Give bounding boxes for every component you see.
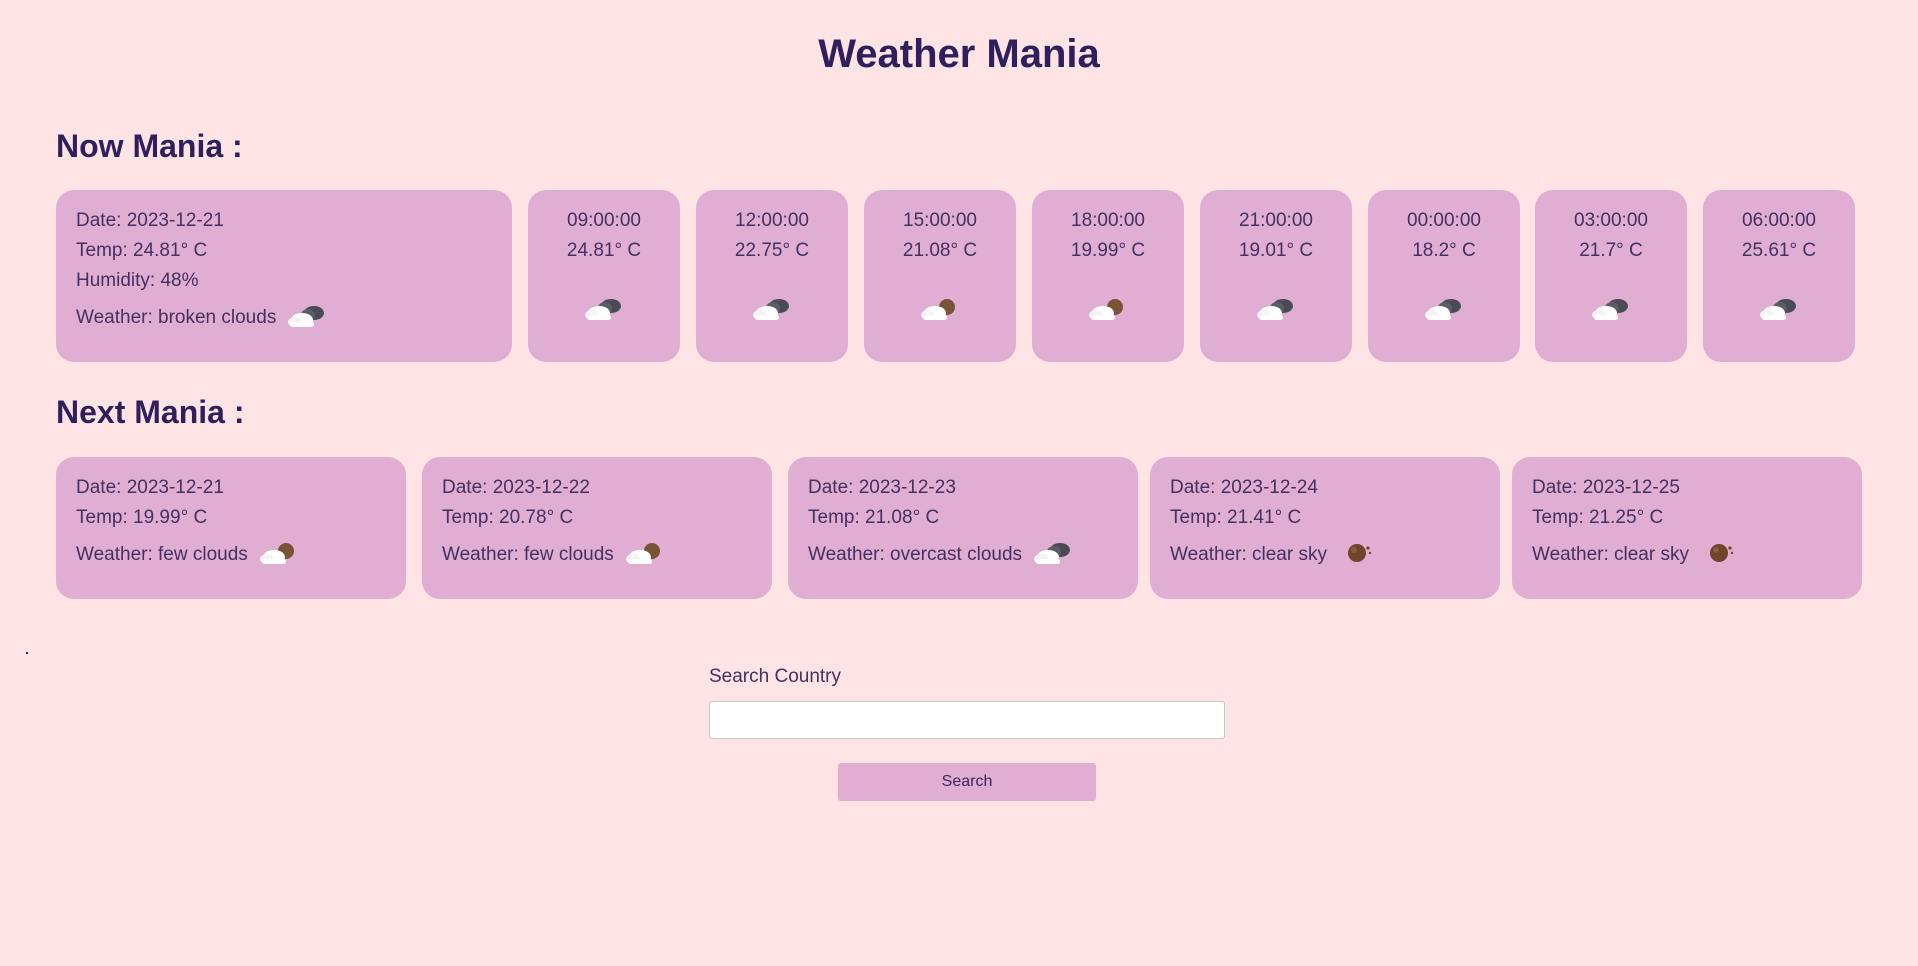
forecast-date: Date: 2023-12-23 — [808, 477, 956, 498]
hourly-time: 18:00:00 — [1071, 210, 1145, 231]
clear-sky-icon — [1699, 538, 1741, 572]
hourly-forecast-card: 12:00:00 22.75° C — [696, 190, 848, 362]
search-country-label: Search Country — [709, 666, 842, 687]
search-button[interactable]: Search — [838, 763, 1096, 801]
forecast-weather-description: Weather: clear sky — [1170, 544, 1327, 565]
hourly-temp: 25.61° C — [1741, 240, 1817, 261]
forecast-temp: Temp: 21.41° C — [1170, 507, 1302, 528]
hourly-time: 06:00:00 — [1742, 210, 1816, 231]
daily-forecast-card: Date: 2023-12-21 Temp: 19.99° C Weather:… — [56, 457, 406, 599]
page-title: Weather Mania — [818, 32, 1100, 76]
hourly-forecast-card: 06:00:00 25.61° C — [1703, 190, 1855, 362]
next-section-heading: Next Mania : — [56, 394, 245, 430]
forecast-date: Date: 2023-12-22 — [442, 477, 590, 498]
clear-sky-icon — [1337, 538, 1379, 572]
current-humidity: Humidity: 48% — [76, 270, 199, 291]
forecast-temp: Temp: 20.78° C — [442, 507, 574, 528]
few-clouds-icon — [624, 538, 666, 572]
now-section-heading: Now Mania : — [56, 128, 243, 164]
hourly-forecast-card: 21:00:00 19.01° C — [1200, 190, 1352, 362]
hourly-forecast-card: 18:00:00 19.99° C — [1032, 190, 1184, 362]
broken-clouds-icon — [1703, 294, 1855, 322]
stray-dot — [26, 652, 28, 654]
daily-forecast-card: Date: 2023-12-25 Temp: 21.25° C Weather:… — [1512, 457, 1862, 599]
hourly-temp: 24.81° C — [566, 240, 642, 261]
forecast-temp: Temp: 19.99° C — [76, 507, 208, 528]
broken-clouds-icon — [1368, 294, 1520, 322]
hourly-temp: 21.7° C — [1579, 240, 1643, 261]
broken-clouds-icon — [1200, 294, 1352, 322]
forecast-date: Date: 2023-12-24 — [1170, 477, 1318, 498]
forecast-weather-description: Weather: few clouds — [442, 544, 614, 565]
forecast-date: Date: 2023-12-21 — [76, 477, 224, 498]
hourly-time: 21:00:00 — [1239, 210, 1313, 231]
few-clouds-icon — [258, 538, 300, 572]
hourly-forecast-card: 15:00:00 21.08° C — [864, 190, 1016, 362]
broken-clouds-icon — [696, 294, 848, 322]
forecast-temp: Temp: 21.25° C — [1532, 507, 1664, 528]
daily-forecast-card: Date: 2023-12-22 Temp: 20.78° C Weather:… — [422, 457, 772, 599]
hourly-time: 09:00:00 — [567, 210, 641, 231]
hourly-temp: 18.2° C — [1412, 240, 1476, 261]
forecast-weather-description: Weather: few clouds — [76, 544, 248, 565]
hourly-time: 00:00:00 — [1407, 210, 1481, 231]
current-weather-description: Weather: broken clouds — [76, 307, 277, 328]
few-clouds-icon — [864, 294, 1016, 322]
forecast-weather-description: Weather: clear sky — [1532, 544, 1689, 565]
current-date: Date: 2023-12-21 — [76, 210, 224, 231]
hourly-temp: 22.75° C — [734, 240, 810, 261]
daily-forecast-card: Date: 2023-12-24 Temp: 21.41° C Weather:… — [1150, 457, 1500, 599]
hourly-forecast-card: 09:00:00 24.81° C — [528, 190, 680, 362]
broken-clouds-icon — [528, 294, 680, 322]
hourly-forecast-card: 03:00:00 21.7° C — [1535, 190, 1687, 362]
hourly-temp: 19.99° C — [1070, 240, 1146, 261]
broken-clouds-icon — [1032, 538, 1074, 572]
forecast-weather-description: Weather: overcast clouds — [808, 544, 1023, 565]
hourly-time: 03:00:00 — [1574, 210, 1648, 231]
few-clouds-icon — [1032, 294, 1184, 322]
forecast-temp: Temp: 21.08° C — [808, 507, 940, 528]
hourly-temp: 19.01° C — [1238, 240, 1314, 261]
broken-clouds-icon — [286, 301, 328, 335]
current-temp: Temp: 24.81° C — [76, 240, 208, 261]
hourly-temp: 21.08° C — [902, 240, 978, 261]
daily-forecast-card: Date: 2023-12-23 Temp: 21.08° C Weather:… — [788, 457, 1138, 599]
forecast-date: Date: 2023-12-25 — [1532, 477, 1680, 498]
hourly-time: 12:00:00 — [735, 210, 809, 231]
hourly-forecast-card: 00:00:00 18.2° C — [1368, 190, 1520, 362]
search-country-input[interactable] — [709, 701, 1225, 739]
current-weather-card: Date: 2023-12-21 Temp: 24.81° C Humidity… — [56, 190, 512, 362]
hourly-time: 15:00:00 — [903, 210, 977, 231]
broken-clouds-icon — [1535, 294, 1687, 322]
